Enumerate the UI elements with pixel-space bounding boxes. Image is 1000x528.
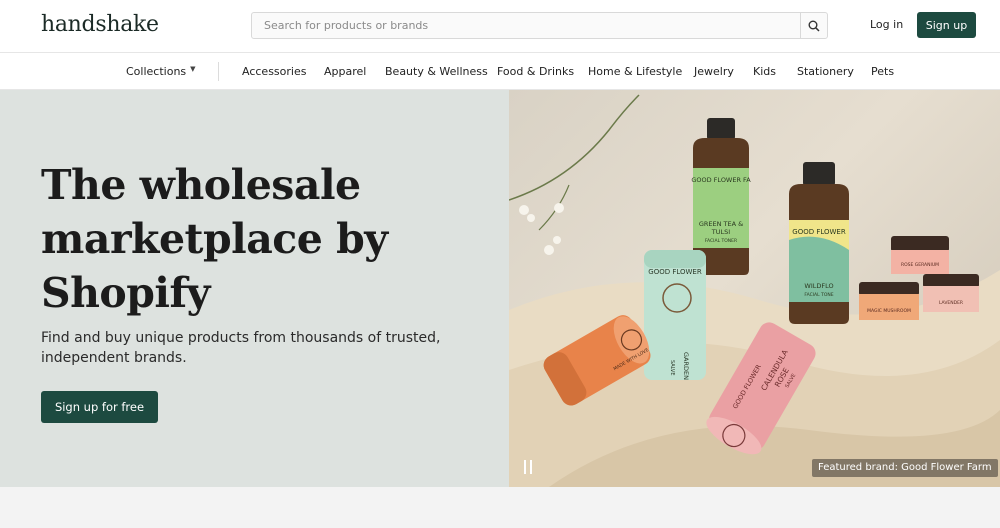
jar1-name: ROSE GERANIUM (901, 262, 939, 268)
search-icon (808, 20, 820, 32)
tube1-name: GARDEN (682, 352, 690, 380)
nav-item-collections[interactable]: Collections ▼ (126, 65, 196, 78)
hero-subtitle-line: Find and buy unique products from thousa… (41, 330, 441, 346)
nav-item-stationery[interactable]: Stationery (797, 65, 854, 78)
below-fold-section (0, 487, 1000, 528)
signup-button[interactable]: Sign up (917, 12, 976, 38)
hero-title-line: The wholesale (41, 161, 361, 209)
jar3-name: LAVENDER (939, 300, 963, 306)
jar2-name: MAGIC MUSHROOM (867, 308, 911, 314)
nav-divider (218, 62, 219, 81)
hero-title-line: Shopify (41, 269, 210, 317)
nav-item-kids[interactable]: Kids (753, 65, 776, 78)
hero-title: The wholesale marketplace by Shopify (41, 158, 441, 320)
bottle2-name: WILDFLO (804, 282, 833, 290)
bottle2-brand: GOOD FLOWER (792, 228, 846, 236)
search-bar (251, 12, 828, 39)
bottle1-brand: GOOD FLOWER FA (691, 176, 751, 184)
nav-item-pets[interactable]: Pets (871, 65, 894, 78)
tube1-brand: GOOD FLOWER (648, 268, 702, 276)
nav-item-jewelry[interactable]: Jewelry (694, 65, 734, 78)
category-nav: Collections ▼ Accessories Apparel Beauty … (0, 53, 1000, 90)
search-input[interactable] (252, 13, 801, 38)
tube1-type: SALVE (669, 360, 675, 376)
site-header: handshake Log in Sign up (0, 0, 1000, 53)
bottle1-type: FACIAL TONER (705, 238, 737, 244)
product-photo-illustration: GOOD FLOWER FA GREEN TEA & TULSI FACIAL … (509, 94, 1000, 487)
login-link[interactable]: Log in (870, 18, 903, 31)
handshake-logo[interactable]: handshake (41, 12, 159, 37)
search-button[interactable] (800, 13, 827, 38)
pause-icon (530, 460, 532, 474)
pause-icon (524, 460, 526, 474)
hero-subtitle: Find and buy unique products from thousa… (41, 328, 441, 368)
hero-title-line: marketplace by (41, 215, 388, 263)
nav-item-beauty-wellness[interactable]: Beauty & Wellness (385, 65, 488, 78)
nav-item-accessories[interactable]: Accessories (242, 65, 306, 78)
hero-subtitle-line: independent brands. (41, 350, 187, 366)
nav-item-label: Collections (126, 65, 187, 78)
nav-item-food-drinks[interactable]: Food & Drinks (497, 65, 574, 78)
bottle1-name: GREEN TEA & (699, 220, 743, 228)
pause-button[interactable] (523, 460, 533, 474)
hero-signup-button[interactable]: Sign up for free (41, 391, 158, 423)
chevron-down-icon: ▼ (190, 65, 196, 73)
bottle2-type: FACIAL TONE (804, 292, 833, 298)
featured-brand-caption: Featured brand: Good Flower Farm (812, 459, 998, 477)
bottle1-name2: TULSI (711, 228, 730, 236)
hero-product-image: GOOD FLOWER FA GREEN TEA & TULSI FACIAL … (509, 90, 1000, 487)
nav-item-apparel[interactable]: Apparel (324, 65, 366, 78)
nav-item-home-lifestyle[interactable]: Home & Lifestyle (588, 65, 682, 78)
